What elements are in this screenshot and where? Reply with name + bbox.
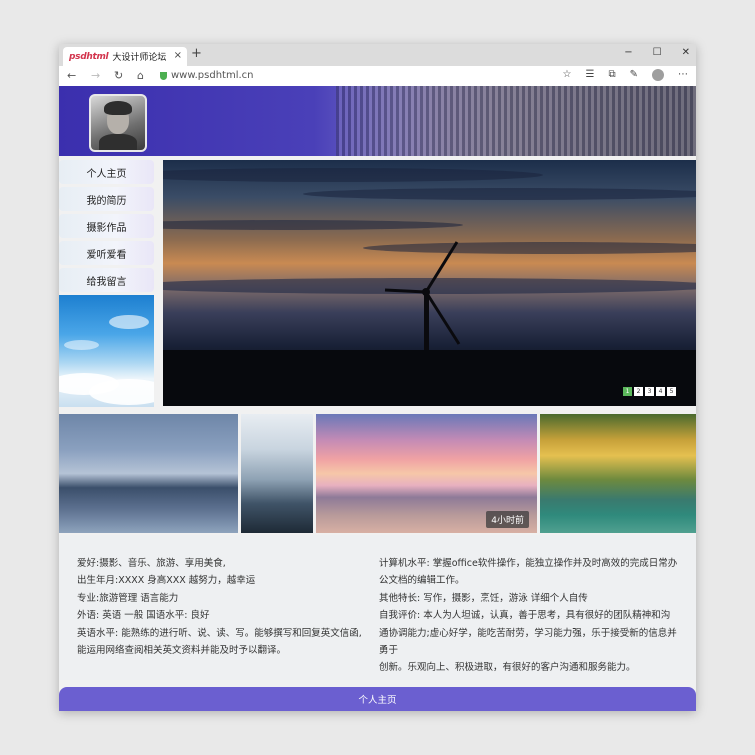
- collections-icon[interactable]: ⧉: [608, 69, 615, 81]
- info-line: 其他特长: 写作，摄影，烹饪，游泳 详细个人自传: [379, 592, 588, 604]
- toolbar-icons: ☆ ☰ ⧉ ✎ ⋯: [563, 69, 688, 81]
- info-line: 能运用网络查阅相关英文资料并能及时予以翻译。: [77, 645, 287, 657]
- time-badge: 4小时前: [486, 511, 529, 528]
- info-line: 出生年月:XXXX 身高XXX 越努力，越幸运: [77, 575, 256, 587]
- extensions-icon[interactable]: ✎: [630, 69, 638, 81]
- gallery-photo-city-skyline[interactable]: [59, 414, 238, 533]
- hero-slideshow[interactable]: 1 2 3 4 5: [163, 160, 696, 406]
- minimize-button[interactable]: −: [624, 47, 632, 58]
- forward-arrow-icon[interactable]: →: [91, 69, 100, 82]
- sky-clouds-image: [59, 295, 154, 407]
- maximize-button[interactable]: ☐: [653, 47, 662, 58]
- menu-item-photography[interactable]: 摄影作品: [59, 214, 154, 238]
- info-line: 爱好:摄影、音乐、旅游、享用美食,: [77, 558, 226, 569]
- photo-gallery: 4小时前: [59, 414, 696, 534]
- refresh-icon[interactable]: ↻: [114, 69, 123, 82]
- slide-dot-4[interactable]: 4: [656, 387, 665, 396]
- browser-window: psdhtml 大设计师论坛 × + − ☐ ✕ ← → ↻ ⌂ www.psd…: [59, 44, 696, 711]
- home-icon[interactable]: ⌂: [137, 69, 144, 82]
- info-line: 自我评价: 本人为人坦诚，认真，善于思考，具有很好的团队精神和沟: [379, 610, 671, 622]
- menu-item-guestbook[interactable]: 给我留言: [59, 268, 154, 292]
- info-line: 创新。乐观向上、积极进取，有很好的客户沟通和服务能力。: [379, 662, 636, 674]
- personal-info-section: 爱好:摄影、音乐、旅游、享用美食, 出生年月:XXXX 身高XXX 越努力，越幸…: [59, 535, 696, 680]
- url-field[interactable]: www.psdhtml.cn: [160, 68, 540, 83]
- browser-tab[interactable]: psdhtml 大设计师论坛 ×: [63, 47, 187, 66]
- close-window-button[interactable]: ✕: [682, 47, 690, 58]
- info-line: 通协调能力;虚心好学，能吃苦耐劳，学习能力强，乐于接受新的信息并勇于: [379, 627, 677, 657]
- profile-avatar-icon[interactable]: [652, 69, 664, 81]
- menu-item-resume[interactable]: 我的简历: [59, 187, 154, 211]
- slide-dot-1[interactable]: 1: [623, 387, 632, 396]
- more-menu-icon[interactable]: ⋯: [678, 69, 688, 81]
- slide-dot-2[interactable]: 2: [634, 387, 643, 396]
- site-logo-icon: psdhtml: [69, 51, 109, 62]
- page-content: 个人主页 我的简历 摄影作品 爱听爱看 给我留言 1 2 3 4 5 4小时前 …: [59, 86, 696, 711]
- slide-dot-5[interactable]: 5: [667, 387, 676, 396]
- secure-shield-icon: [160, 71, 167, 80]
- gallery-photo-misty-mountain[interactable]: [241, 414, 313, 533]
- info-line: 英语水平: 能熟练的进行听、说、读、写。能够撰写和回复英文信函,: [77, 627, 362, 639]
- info-right-column: 计算机水平: 掌握office软件操作，能独立操作并及时高效的完成日常办 公文档…: [379, 555, 679, 677]
- sidebar-menu: 个人主页 我的简历 摄影作品 爱听爱看 给我留言: [59, 160, 154, 407]
- tab-title: 大设计师论坛: [112, 53, 167, 63]
- info-left-column: 爱好:摄影、音乐、旅游、享用美食, 出生年月:XXXX 身高XXX 越努力，越幸…: [77, 555, 367, 659]
- info-line: 外语: 英语 一般 国语水平: 良好: [77, 610, 210, 622]
- tab-bar: psdhtml 大设计师论坛 × + − ☐ ✕: [59, 44, 696, 66]
- info-line: 专业:旅游管理 语言能力: [77, 592, 179, 604]
- info-line: 计算机水平: 掌握office软件操作，能独立操作并及时高效的完成日常办: [379, 558, 678, 569]
- back-arrow-icon[interactable]: ←: [67, 69, 76, 82]
- footer-home-link[interactable]: 个人主页: [59, 687, 696, 711]
- slide-indicators: 1 2 3 4 5: [623, 387, 676, 396]
- horizon-ground: [163, 350, 696, 406]
- header-banner: [59, 86, 696, 156]
- window-controls: − ☐ ✕: [624, 47, 690, 58]
- gallery-photo-beach-sunset[interactable]: 4小时前: [316, 414, 537, 533]
- profile-photo: [89, 94, 147, 152]
- new-tab-button[interactable]: +: [191, 46, 202, 61]
- gallery-photo-lake-path[interactable]: [540, 414, 696, 533]
- info-line: 公文档的编辑工作。: [379, 575, 465, 587]
- address-bar: ← → ↻ ⌂ www.psdhtml.cn ☆ ☰ ⧉ ✎ ⋯: [59, 66, 696, 87]
- tab-close-icon[interactable]: ×: [174, 50, 182, 61]
- menu-item-home[interactable]: 个人主页: [59, 160, 154, 184]
- favorite-star-icon[interactable]: ☆: [563, 69, 572, 81]
- url-text: www.psdhtml.cn: [171, 70, 254, 81]
- menu-item-media[interactable]: 爱听爱看: [59, 241, 154, 265]
- favorites-list-icon[interactable]: ☰: [586, 69, 595, 81]
- banner-crowd-image: [336, 86, 696, 156]
- slide-dot-3[interactable]: 3: [645, 387, 654, 396]
